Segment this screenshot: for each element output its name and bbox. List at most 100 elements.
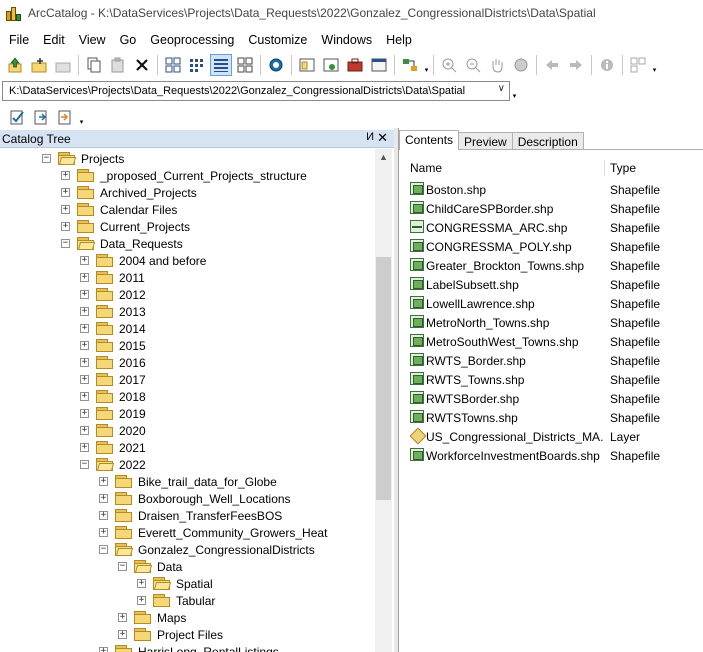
expand-icon[interactable]: + xyxy=(80,307,89,316)
large-icons-view-icon[interactable] xyxy=(162,54,184,76)
model-builder-icon[interactable] xyxy=(399,54,421,76)
tree-item[interactable]: − Data xyxy=(118,558,183,575)
list-item[interactable]: LabelSubsett.shp Shapefile xyxy=(399,275,703,294)
pin-icon[interactable]: И xyxy=(366,131,374,143)
tree-item[interactable]: +2016 xyxy=(80,354,147,371)
tab-description[interactable]: Description xyxy=(511,132,584,150)
collapse-icon[interactable]: − xyxy=(118,562,127,571)
close-icon[interactable]: ✕ xyxy=(377,130,388,146)
list-item[interactable]: MetroNorth_Towns.shp Shapefile xyxy=(399,313,703,332)
menu-help[interactable]: Help xyxy=(379,29,419,51)
tree-item[interactable]: + Calendar Files xyxy=(61,201,178,218)
menu-customize[interactable]: Customize xyxy=(241,29,314,51)
python-window-icon[interactable] xyxy=(368,54,390,76)
list-item[interactable]: RWTS_Border.shp Shapefile xyxy=(399,351,703,370)
expand-icon[interactable]: + xyxy=(80,426,89,435)
list-item[interactable]: Greater_Brockton_Towns.shp Shapefile xyxy=(399,256,703,275)
expand-icon[interactable]: + xyxy=(80,341,89,350)
tree-item[interactable]: + Bike_trail_data_for_Globe xyxy=(99,473,278,490)
toolbar-dropdown-icon[interactable]: ▾ xyxy=(511,82,518,100)
expand-icon[interactable]: + xyxy=(80,358,89,367)
expand-icon[interactable]: + xyxy=(61,205,70,214)
tree-item[interactable]: +2014 xyxy=(80,320,147,337)
tree-item[interactable]: + Tabular xyxy=(137,592,216,609)
expand-icon[interactable]: + xyxy=(137,596,146,605)
collapse-icon[interactable]: − xyxy=(80,460,89,469)
list-item[interactable]: RWTSBorder.shp Shapefile xyxy=(399,389,703,408)
tree-item[interactable]: + Spatial xyxy=(137,575,214,592)
list-item[interactable]: RWTSTowns.shp Shapefile xyxy=(399,408,703,427)
tree-item[interactable]: + Archived_Projects xyxy=(61,184,198,201)
tree-item[interactable]: +2020 xyxy=(80,422,147,439)
tree-item[interactable]: +2012 xyxy=(80,286,147,303)
connect-folder-icon[interactable] xyxy=(28,54,50,76)
tree-item[interactable]: + Boxborough_Well_Locations xyxy=(99,490,292,507)
toolbar-dropdown-icon[interactable]: ▾ xyxy=(423,56,430,74)
menu-geoprocessing[interactable]: Geoprocessing xyxy=(143,29,241,51)
menu-file[interactable]: File xyxy=(2,29,36,51)
expand-icon[interactable]: + xyxy=(80,256,89,265)
location-combobox[interactable]: K:\DataServices\Projects\Data_Requests\2… xyxy=(2,81,510,101)
expand-icon[interactable]: + xyxy=(118,630,127,639)
tree-item[interactable]: + Project Files xyxy=(118,626,224,643)
list-item[interactable]: CONGRESSMA_POLY.shp Shapefile xyxy=(399,237,703,256)
search-window-icon[interactable] xyxy=(265,54,287,76)
forward-arrow-icon[interactable] xyxy=(565,54,587,76)
list-item[interactable]: ChildCareSPBorder.shp Shapefile xyxy=(399,199,703,218)
expand-icon[interactable]: + xyxy=(80,443,89,452)
tree-item[interactable]: +2021 xyxy=(80,439,147,456)
collapse-icon[interactable]: − xyxy=(61,239,70,248)
launch-arcmap-icon[interactable] xyxy=(296,54,318,76)
identify-icon[interactable] xyxy=(596,54,618,76)
list-view-icon[interactable] xyxy=(186,54,208,76)
scrollbar-thumb[interactable] xyxy=(376,257,391,500)
menu-go[interactable]: Go xyxy=(113,29,144,51)
chevron-down-icon[interactable]: ∨ xyxy=(498,83,505,94)
tree-item[interactable]: +2019 xyxy=(80,405,147,422)
up-one-level-icon[interactable] xyxy=(4,54,26,76)
expand-icon[interactable]: + xyxy=(80,324,89,333)
catalog-window-icon[interactable] xyxy=(320,54,342,76)
disconnect-folder-icon[interactable] xyxy=(52,54,74,76)
expand-icon[interactable]: + xyxy=(80,409,89,418)
tree-item[interactable]: − Data_Requests xyxy=(61,235,184,252)
column-header-name[interactable]: Name xyxy=(410,161,442,175)
expand-icon[interactable]: + xyxy=(61,222,70,231)
expand-icon[interactable]: + xyxy=(61,171,70,180)
toolbar-dropdown-icon[interactable]: ▾ xyxy=(651,56,658,74)
menu-windows[interactable]: Windows xyxy=(314,29,379,51)
details-view-icon[interactable] xyxy=(210,54,232,76)
expand-icon[interactable]: + xyxy=(80,290,89,299)
expand-icon[interactable]: + xyxy=(99,511,108,520)
tree-item[interactable]: +2013 xyxy=(80,303,147,320)
copy-icon[interactable] xyxy=(83,54,105,76)
delete-icon[interactable] xyxy=(131,54,153,76)
menu-view[interactable]: View xyxy=(72,29,113,51)
collapse-icon[interactable]: − xyxy=(99,545,108,554)
catalog-tree-scrollbar[interactable]: ▲ xyxy=(375,149,392,652)
validate-icon[interactable] xyxy=(6,106,28,128)
list-item[interactable]: MetroSouthWest_Towns.shp Shapefile xyxy=(399,332,703,351)
tree-item[interactable]: + _proposed_Current_Projects_structure xyxy=(61,167,308,184)
zoom-out-icon[interactable] xyxy=(462,54,484,76)
zoom-in-icon[interactable] xyxy=(438,54,460,76)
tree-item[interactable]: +2004 and before xyxy=(80,252,207,269)
export-metadata-icon[interactable] xyxy=(54,106,76,128)
tree-item[interactable]: − Gonzalez_CongressionalDistricts xyxy=(99,541,316,558)
toolbar-dropdown-icon[interactable]: ▾ xyxy=(78,108,85,126)
tree-item[interactable]: +2011 xyxy=(80,269,146,286)
tree-item[interactable]: +2018 xyxy=(80,388,147,405)
tree-item[interactable]: +2015 xyxy=(80,337,147,354)
back-arrow-icon[interactable] xyxy=(541,54,563,76)
full-extent-icon[interactable] xyxy=(510,54,532,76)
tab-preview[interactable]: Preview xyxy=(458,132,513,150)
scroll-up-icon[interactable]: ▲ xyxy=(375,149,392,166)
tree-item[interactable]: + Draisen_TransferFeesBOS xyxy=(99,507,283,524)
list-item[interactable]: Boston.shp Shapefile xyxy=(399,180,703,199)
tree-item[interactable]: + Current_Projects xyxy=(61,218,191,235)
list-item[interactable]: LowellLawrence.shp Shapefile xyxy=(399,294,703,313)
expand-icon[interactable]: + xyxy=(118,613,127,622)
expand-icon[interactable]: + xyxy=(99,528,108,537)
create-thumbnail-icon[interactable] xyxy=(627,54,649,76)
expand-icon[interactable]: + xyxy=(99,494,108,503)
